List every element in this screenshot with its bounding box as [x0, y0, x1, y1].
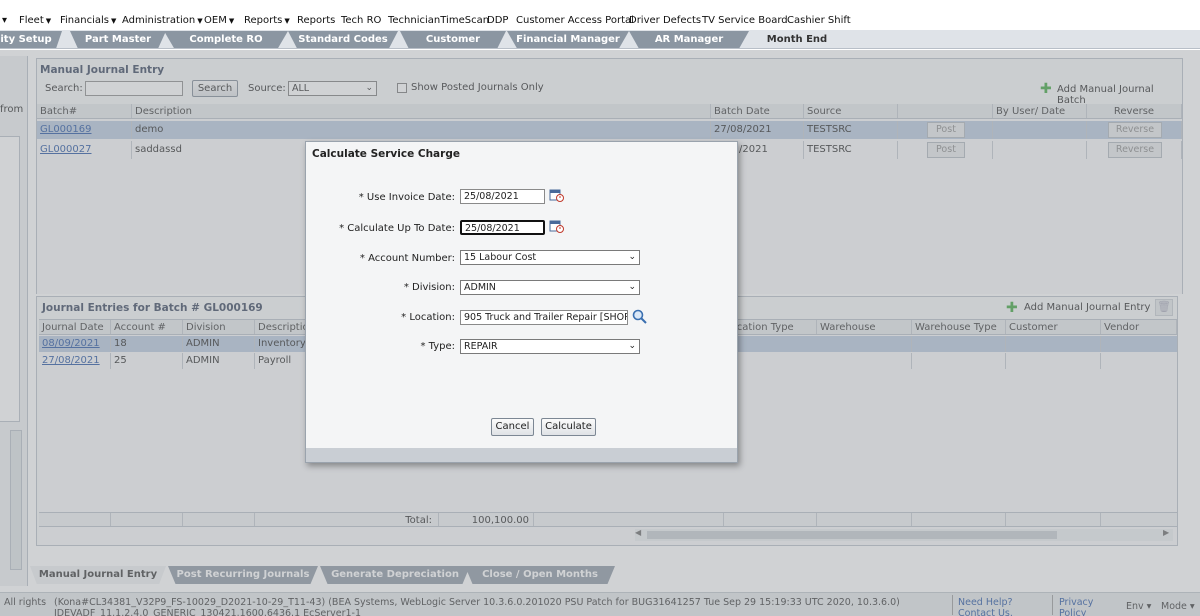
calc-date-input[interactable]: 25/08/2021: [460, 220, 545, 235]
dialog-title: Calculate Service Charge: [312, 148, 460, 160]
menu-customer-access-portal[interactable]: Customer Access Portal: [516, 15, 634, 26]
calendar-icon[interactable]: [549, 188, 564, 202]
chevron-down-icon: ⌄: [628, 341, 636, 351]
menu-cashier-shift[interactable]: Cashier Shift: [787, 15, 851, 26]
menu-driver-defects[interactable]: Driver Defects: [629, 15, 701, 26]
menu-tech-ro[interactable]: Tech RO: [341, 15, 381, 26]
menu-administration[interactable]: Administration ▼: [122, 15, 203, 26]
calc-date-label: * Calculate Up To Date:: [339, 223, 455, 234]
menu-fleet[interactable]: Fleet ▼: [19, 15, 51, 26]
tab-ar-manager[interactable]: AR Manager: [629, 31, 749, 48]
invoice-date-input[interactable]: 25/08/2021: [460, 189, 545, 204]
tab-month-end[interactable]: Month End: [749, 31, 845, 48]
menu-financials[interactable]: Financials ▼: [60, 15, 116, 26]
module-tab-strip: ity Setup Part Master Complete RO Standa…: [0, 30, 1200, 49]
calendar-icon[interactable]: [549, 219, 564, 233]
top-menu-bar: ▾ Fleet ▼ Financials ▼ Administration ▼ OEM…: [0, 12, 1200, 30]
menu-technician-timescan[interactable]: TechnicianTimeScan: [388, 15, 489, 26]
menu-oem[interactable]: OEM ▼: [204, 15, 234, 26]
menu-tv-service-board[interactable]: TV Service Board: [702, 15, 788, 26]
tab-financial-manager[interactable]: Financial Manager: [507, 31, 629, 48]
chevron-down-icon: ⌄: [628, 282, 636, 292]
menu-reports[interactable]: Reports: [297, 15, 335, 26]
invoice-date-label: * Use Invoice Date:: [358, 192, 455, 203]
tab-part-master[interactable]: Part Master: [70, 31, 166, 48]
search-icon[interactable]: [632, 309, 648, 324]
tab-standard-codes[interactable]: Standard Codes: [288, 31, 398, 48]
cancel-button[interactable]: Cancel: [491, 418, 534, 436]
tab-complete-ro[interactable]: Complete RO: [164, 31, 288, 48]
location-input[interactable]: 905 Truck and Trailer Repair [SHOP]: [460, 310, 628, 325]
location-label: * Location:: [401, 312, 455, 323]
division-label: * Division:: [403, 282, 455, 293]
menu-caret-icon[interactable]: ▾: [2, 15, 7, 26]
tab-security-setup[interactable]: ity Setup: [0, 31, 62, 48]
type-select[interactable]: REPAIR ⌄: [460, 339, 640, 354]
menu-reports-dropdown[interactable]: Reports ▼: [244, 15, 290, 26]
dialog-footer: [306, 448, 737, 462]
calculate-button[interactable]: Calculate: [541, 418, 596, 436]
menu-ddp[interactable]: DDP: [487, 15, 508, 26]
account-number-select[interactable]: 15 Labour Cost ⌄: [460, 250, 640, 265]
tab-customer[interactable]: Customer: [400, 31, 506, 48]
account-number-label: * Account Number:: [359, 253, 455, 264]
calculate-service-charge-dialog: Calculate Service Charge * Use Invoice D…: [305, 141, 738, 463]
division-select[interactable]: ADMIN ⌄: [460, 280, 640, 295]
type-label: * Type:: [420, 341, 455, 352]
chevron-down-icon: ⌄: [628, 252, 636, 262]
